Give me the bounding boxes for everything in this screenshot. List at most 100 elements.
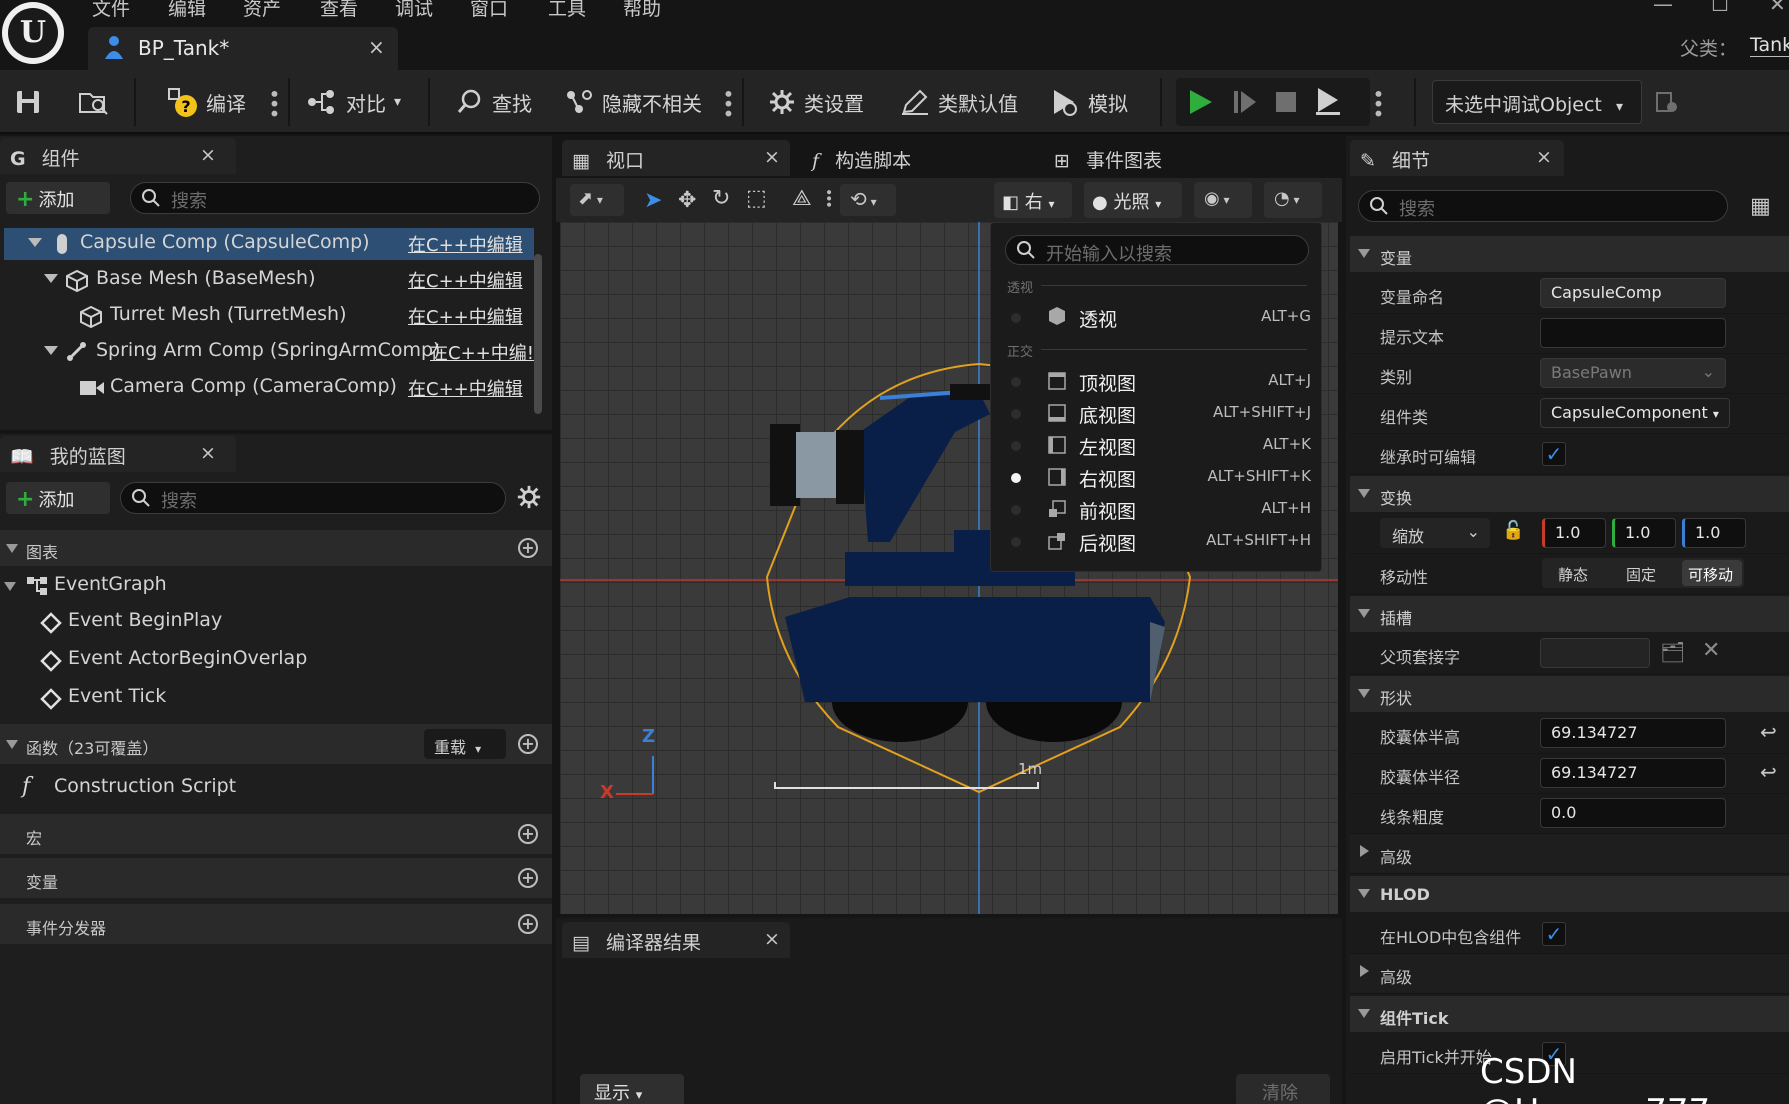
- add-dispatcher-icon[interactable]: +: [518, 914, 538, 934]
- parent-socket-field[interactable]: [1540, 638, 1650, 668]
- details-tab[interactable]: ✎ 细节 ×: [1350, 140, 1564, 176]
- performance-dropdown[interactable]: ◔ ▾: [1264, 182, 1322, 218]
- event-tick-item[interactable]: Event Tick: [0, 682, 552, 714]
- surface-snap-icon[interactable]: ⟁: [792, 186, 812, 211]
- mobility-stationary-option[interactable]: 固定: [1626, 564, 1656, 585]
- add-function-icon[interactable]: +: [518, 734, 538, 754]
- mobility-static-option[interactable]: 静态: [1558, 564, 1588, 585]
- shape-section-header[interactable]: 形状: [1350, 676, 1789, 712]
- components-close-icon[interactable]: ×: [200, 144, 216, 166]
- debug-browse-icon[interactable]: [1654, 90, 1680, 116]
- document-tab-bp-tank[interactable]: BP_Tank* ×: [88, 27, 398, 70]
- hlod-include-checkbox[interactable]: ✓: [1542, 922, 1566, 946]
- menu-edit[interactable]: 编辑: [168, 0, 206, 21]
- my-blueprint-add-button[interactable]: + 添加: [6, 482, 110, 514]
- parent-class-link[interactable]: Tank: [1750, 34, 1789, 57]
- viewport-options-button[interactable]: ⬈ ▾: [570, 184, 624, 216]
- compiler-results-close-icon[interactable]: ×: [764, 928, 780, 950]
- tree-item-base-mesh[interactable]: Base Mesh (BaseMesh) 在C++中编辑: [4, 264, 534, 296]
- graphs-section-header[interactable]: 图表 +: [0, 530, 552, 566]
- unreal-logo-icon[interactable]: U: [2, 2, 64, 64]
- view-menu-item-right[interactable]: 右视图 ALT+SHIFT+K: [991, 461, 1321, 493]
- debug-object-select[interactable]: 未选中调试Object ▾: [1432, 80, 1642, 124]
- compile-options-icon[interactable]: •••: [262, 88, 286, 117]
- shape-advanced-row[interactable]: 高级: [1350, 834, 1789, 874]
- tree-item-capsule-comp[interactable]: Capsule Comp (CapsuleComp) 在C++中编辑: [4, 228, 534, 260]
- menu-window[interactable]: 窗口: [470, 0, 508, 21]
- diff-button[interactable]: 对比 ▾: [306, 70, 401, 134]
- component-tick-section-header[interactable]: 组件Tick: [1350, 996, 1789, 1032]
- my-blueprint-search-input[interactable]: 搜索: [120, 482, 506, 514]
- components-search-input[interactable]: 搜索: [130, 182, 540, 214]
- components-tab[interactable]: G 组件 ×: [0, 138, 236, 174]
- add-graph-icon[interactable]: +: [518, 538, 538, 558]
- minimize-icon[interactable]: —: [1653, 0, 1673, 16]
- transform-options-icon[interactable]: •••: [820, 188, 836, 207]
- components-add-button[interactable]: + 添加: [6, 182, 110, 214]
- tooltip-field[interactable]: [1540, 318, 1726, 348]
- variables-section-header[interactable]: 变量 +: [0, 858, 552, 898]
- browse-button[interactable]: [78, 70, 110, 134]
- save-button[interactable]: [14, 70, 42, 134]
- event-actorbeginoverlap-item[interactable]: Event ActorBeginOverlap: [0, 644, 552, 676]
- menu-view[interactable]: 查看: [320, 0, 358, 21]
- viewport-close-icon[interactable]: ×: [764, 146, 780, 168]
- tree-item-spring-arm[interactable]: Spring Arm Comp (SpringArmComp) 在C++中编!: [4, 336, 534, 368]
- menu-tools[interactable]: 工具: [548, 0, 586, 21]
- lighting-dropdown[interactable]: ● 光照 ▾: [1084, 182, 1182, 218]
- eject-icon[interactable]: [1314, 86, 1342, 116]
- editable-when-inherited-checkbox[interactable]: ✓: [1542, 442, 1566, 466]
- find-button[interactable]: 查找: [456, 70, 532, 134]
- override-dropdown[interactable]: 重载 ▾: [424, 729, 506, 759]
- add-variable-icon[interactable]: +: [518, 868, 538, 888]
- scale-x-field[interactable]: 1.0: [1542, 518, 1606, 548]
- mobility-movable-option[interactable]: 可移动: [1682, 560, 1742, 586]
- clear-icon[interactable]: ✕: [1702, 638, 1720, 663]
- step-icon[interactable]: [1232, 88, 1258, 116]
- view-menu-search-input[interactable]: 开始输入以搜索: [1005, 235, 1309, 265]
- compiler-results-tab[interactable]: ▤ 编译器结果 ×: [562, 922, 790, 958]
- document-tab-close-icon[interactable]: ×: [368, 35, 385, 59]
- stop-icon[interactable]: [1274, 90, 1298, 114]
- play-icon[interactable]: [1188, 88, 1214, 116]
- event-graph-item[interactable]: EventGraph: [0, 570, 552, 602]
- line-thickness-field[interactable]: 0.0: [1540, 798, 1726, 828]
- menu-asset[interactable]: 资产: [243, 0, 281, 21]
- dispatchers-section-header[interactable]: 事件分发器 +: [0, 904, 552, 944]
- menu-file[interactable]: 文件: [92, 0, 130, 21]
- simulate-button[interactable]: 模拟: [1050, 70, 1128, 134]
- hlod-section-header[interactable]: HLOD: [1350, 876, 1789, 912]
- capsule-radius-field[interactable]: 69.134727: [1540, 758, 1726, 788]
- hlod-advanced-row[interactable]: 高级: [1350, 954, 1789, 994]
- rotate-mode-icon[interactable]: ↻: [712, 186, 730, 211]
- edit-in-cpp-link[interactable]: 在C++中编辑: [408, 231, 523, 257]
- select-mode-icon[interactable]: ➤: [644, 188, 662, 213]
- reset-to-default-icon[interactable]: ↩: [1760, 720, 1777, 744]
- transform-section-header[interactable]: 变换: [1350, 476, 1789, 512]
- view-menu-item-perspective[interactable]: 透视 ALT+G: [991, 301, 1321, 333]
- macros-section-header[interactable]: 宏 +: [0, 814, 552, 854]
- show-dropdown[interactable]: 显示 ▾: [580, 1074, 684, 1104]
- add-macro-icon[interactable]: +: [518, 824, 538, 844]
- close-window-icon[interactable]: ✕: [1769, 0, 1786, 16]
- view-menu-item-top[interactable]: 顶视图 ALT+J: [991, 365, 1321, 397]
- edit-in-cpp-link[interactable]: 在C++中编辑: [408, 267, 523, 293]
- hide-unrelated-button[interactable]: 隐藏不相关: [564, 70, 702, 134]
- sockets-section-header[interactable]: 插槽: [1350, 596, 1789, 632]
- my-blueprint-tab[interactable]: 📖 我的蓝图 ×: [0, 436, 236, 472]
- scale-mode-dropdown[interactable]: 缩放 ⌄: [1380, 518, 1490, 548]
- details-close-icon[interactable]: ×: [1536, 146, 1552, 168]
- construction-script-tab[interactable]: f 构造脚本: [812, 146, 911, 173]
- details-search-input[interactable]: 搜索: [1358, 190, 1728, 222]
- variable-name-field[interactable]: CapsuleComp: [1540, 278, 1726, 308]
- gear-icon[interactable]: [516, 484, 542, 510]
- construction-script-item[interactable]: f Construction Script: [0, 768, 552, 808]
- rotation-snap-button[interactable]: ⟲ ▾: [840, 184, 896, 216]
- scale-mode-icon[interactable]: ⬚: [746, 186, 767, 211]
- compile-button[interactable]: ? 编译: [166, 70, 246, 134]
- menu-debug[interactable]: 调试: [395, 0, 433, 21]
- find-options-icon[interactable]: •••: [716, 88, 740, 117]
- edit-in-cpp-link[interactable]: 在C++中编辑: [408, 375, 523, 401]
- class-settings-button[interactable]: 类设置: [768, 70, 864, 134]
- event-graph-tab[interactable]: ⊞ 事件图表: [1054, 146, 1162, 173]
